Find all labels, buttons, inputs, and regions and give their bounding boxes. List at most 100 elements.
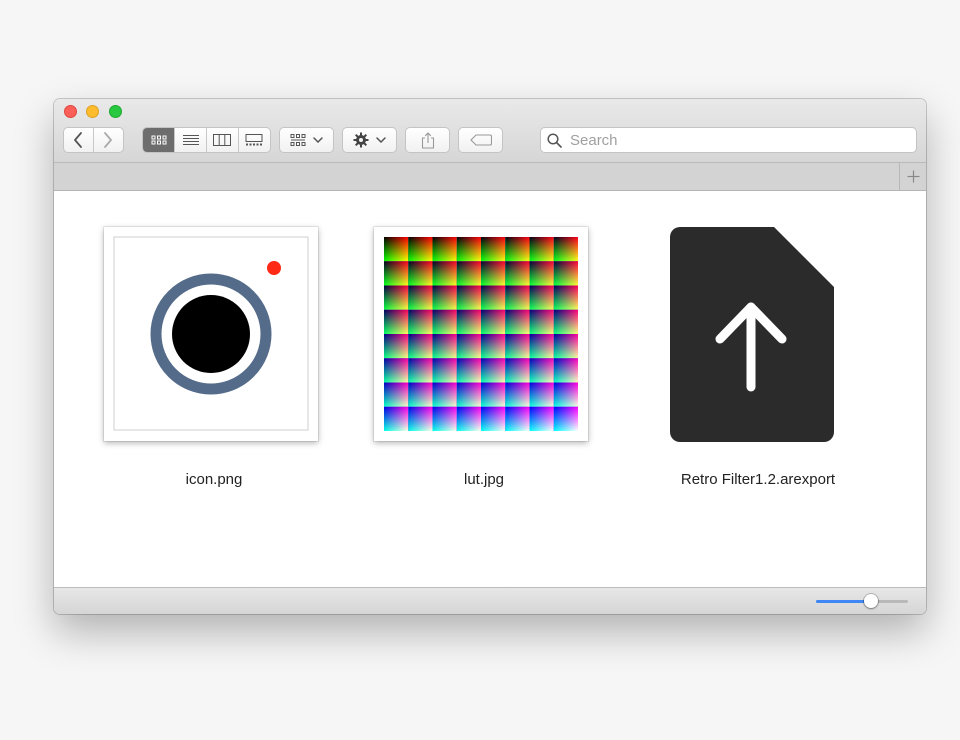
image-thumbnail[interactable]: [374, 227, 588, 441]
lut-cell-green-layer: [408, 261, 433, 286]
file-item[interactable]: lut.jpg: [374, 191, 594, 491]
file-item[interactable]: Retro Filter1.2.arexport: [666, 191, 886, 491]
lut-cell-green-layer: [505, 406, 530, 431]
lut-cell-green-layer: [456, 237, 481, 262]
lut-cell-green-layer: [384, 261, 409, 286]
camera-logo-image: [113, 236, 309, 431]
gear-icon: [353, 132, 369, 148]
lut-cell-green-layer: [432, 285, 457, 310]
lut-cell-green-layer: [505, 382, 530, 407]
lut-cell-green-layer: [529, 406, 554, 431]
tab-bar: [54, 163, 926, 191]
gallery-view-icon: [245, 134, 263, 146]
icon-view-icon: [151, 135, 167, 145]
file-item[interactable]: icon.png: [104, 191, 324, 491]
lut-cell-green-layer: [408, 406, 433, 431]
upload-document-icon: [670, 227, 834, 442]
lut-cell-green-layer: [456, 334, 481, 359]
back-button[interactable]: [64, 128, 94, 152]
lut-cell-green-layer: [529, 285, 554, 310]
lut-cell-green-layer: [408, 285, 433, 310]
slider-fill: [816, 600, 872, 603]
lut-cell-green-layer: [481, 261, 506, 286]
lut-cell-green-layer: [481, 237, 506, 262]
close-window-button[interactable]: [64, 105, 77, 118]
list-view-button[interactable]: [175, 128, 207, 152]
lut-cell-green-layer: [456, 261, 481, 286]
plus-icon: [907, 170, 919, 183]
lut-cell-green-layer: [505, 309, 530, 334]
toolbar: [54, 99, 926, 163]
lut-cell-green-layer: [553, 285, 578, 310]
lut-cell-green-layer: [505, 261, 530, 286]
lut-cell-green-layer: [529, 261, 554, 286]
lut-cell-green-layer: [432, 309, 457, 334]
lut-cell-green-layer: [456, 285, 481, 310]
lut-cell-green-layer: [384, 237, 409, 262]
lut-cell-green-layer: [456, 309, 481, 334]
lut-cell-green-layer: [553, 261, 578, 286]
search-icon: [547, 132, 562, 148]
lut-cell-green-layer: [481, 285, 506, 310]
file-name[interactable]: icon.png: [64, 471, 364, 488]
gallery-view-button[interactable]: [239, 128, 270, 152]
lut-cell-green-layer: [529, 358, 554, 383]
lut-cell-green-layer: [456, 382, 481, 407]
action-menu-button[interactable]: [342, 127, 397, 153]
lut-cell-green-layer: [408, 334, 433, 359]
lut-cell-green-layer: [505, 334, 530, 359]
new-tab-button[interactable]: [899, 163, 926, 190]
status-bar: [54, 587, 926, 614]
lut-cell-green-layer: [529, 382, 554, 407]
lut-cell-green-layer: [432, 382, 457, 407]
lut-cell-green-layer: [408, 309, 433, 334]
document-thumbnail[interactable]: [670, 227, 834, 442]
share-button[interactable]: [405, 127, 450, 153]
lut-cell-green-layer: [432, 261, 457, 286]
lut-cell-green-layer: [553, 237, 578, 262]
lut-cell-green-layer: [481, 406, 506, 431]
file-name[interactable]: Retro Filter1.2.arexport: [608, 471, 908, 488]
lut-cell-green-layer: [456, 406, 481, 431]
forward-button[interactable]: [94, 128, 123, 152]
lut-cell-green-layer: [456, 358, 481, 383]
list-view-icon: [182, 135, 199, 145]
lut-cell-green-layer: [432, 358, 457, 383]
lut-cell-green-layer: [553, 334, 578, 359]
column-view-icon: [213, 134, 232, 146]
icon-view-button[interactable]: [143, 128, 176, 152]
lut-cell-green-layer: [408, 382, 433, 407]
slider-knob[interactable]: [864, 594, 879, 608]
navigation-buttons: [63, 127, 124, 153]
zoom-window-button[interactable]: [109, 105, 122, 118]
lut-cell-green-layer: [408, 358, 433, 383]
search-field[interactable]: [540, 127, 917, 153]
search-input[interactable]: [568, 130, 892, 150]
finder-window: icon.png: [54, 99, 926, 614]
lut-cell-green-layer: [553, 358, 578, 383]
column-view-button[interactable]: [207, 128, 239, 152]
lut-cell-green-layer: [553, 382, 578, 407]
lut-cell-green-layer: [384, 309, 409, 334]
chevron-left-icon: [74, 132, 83, 148]
lut-cell-green-layer: [505, 237, 530, 262]
share-icon: [421, 131, 434, 149]
lut-cell-green-layer: [553, 406, 578, 431]
color-lut-image: [384, 237, 578, 431]
lut-cell-green-layer: [481, 334, 506, 359]
icon-size-slider[interactable]: [816, 594, 908, 608]
image-thumbnail[interactable]: [104, 227, 318, 441]
lut-cell-green-layer: [481, 358, 506, 383]
minimize-window-button[interactable]: [86, 105, 99, 118]
tag-icon: [469, 134, 492, 146]
tag-button[interactable]: [458, 127, 503, 153]
chevron-down-icon: [313, 137, 323, 143]
lut-cell-green-layer: [481, 382, 506, 407]
group-by-button[interactable]: [279, 127, 334, 153]
group-by-icon: [290, 134, 306, 146]
file-name[interactable]: lut.jpg: [334, 471, 634, 488]
lut-cell-green-layer: [505, 285, 530, 310]
lut-cell-green-layer: [384, 285, 409, 310]
lut-cell-green-layer: [408, 237, 433, 262]
lut-cell-green-layer: [553, 309, 578, 334]
